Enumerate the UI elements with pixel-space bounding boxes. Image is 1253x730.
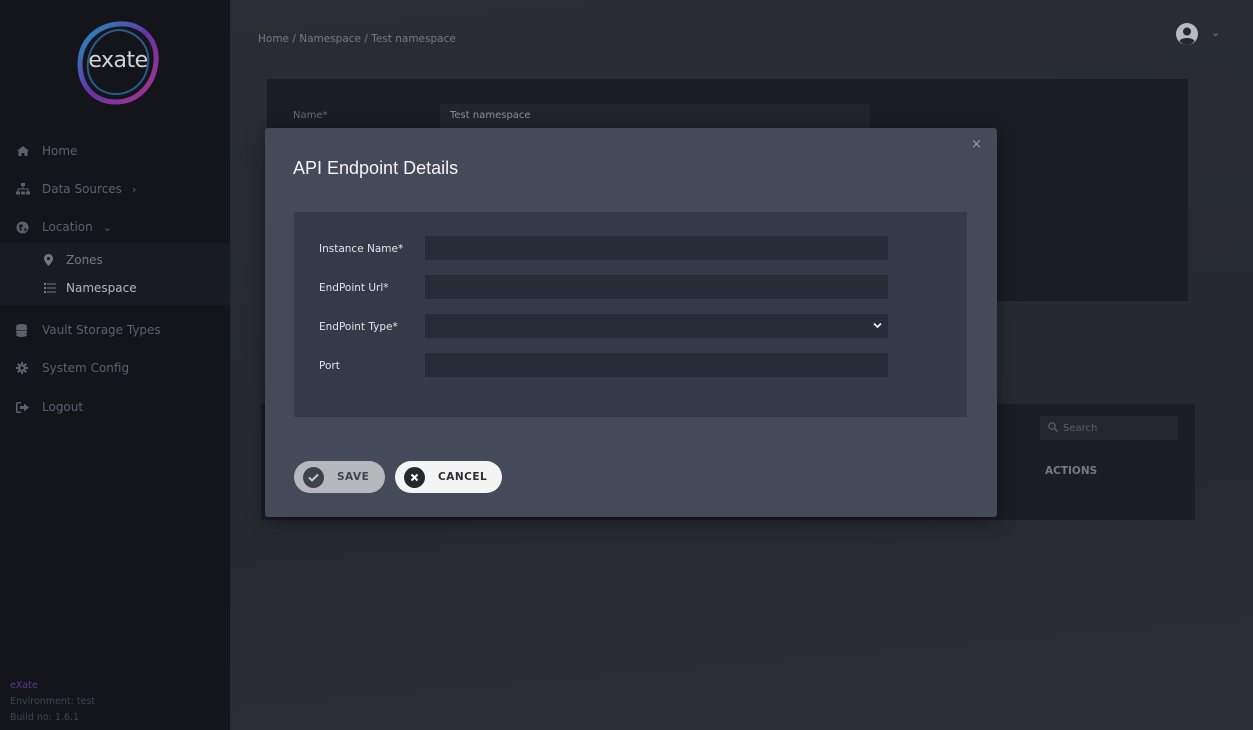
api-endpoint-modal: API Endpoint Details × Instance Name* En… [265,128,997,517]
endpoint-url-label: EndPoint Url* [319,282,389,294]
instance-name-label: Instance Name* [319,243,404,255]
chevron-down-icon [873,319,882,332]
endpoint-type-label: EndPoint Type* [319,321,398,333]
port-label: Port [319,360,340,372]
cancel-button-label: CANCEL [438,471,488,483]
save-button-label: SAVE [337,471,370,483]
close-icon[interactable]: × [971,137,982,152]
instance-name-input[interactable] [425,236,888,260]
endpoint-type-select[interactable] [425,314,888,338]
modal-title: API Endpoint Details [293,158,459,178]
close-circle-icon [404,466,425,488]
endpoint-url-input[interactable] [425,275,888,299]
cancel-button[interactable]: CANCEL [395,461,502,493]
port-input[interactable] [425,353,888,377]
check-icon [303,466,324,488]
save-button[interactable]: SAVE [294,461,385,493]
endpoint-form: Instance Name* EndPoint Url* EndPoint Ty… [294,212,967,417]
